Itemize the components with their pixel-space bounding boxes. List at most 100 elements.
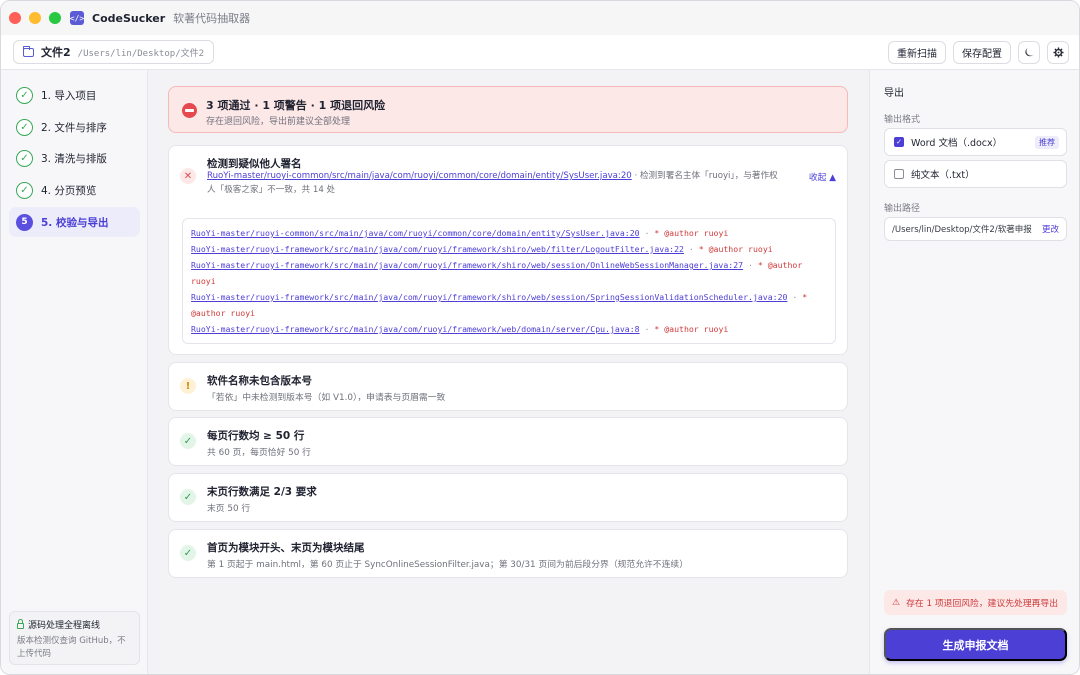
- zoom-window-button[interactable]: [49, 12, 61, 24]
- app-logo-icon: </>: [70, 11, 84, 25]
- check-description: 「若依」中未检测到版本号（如 V1.0），申请表与页眉需一致: [207, 393, 446, 403]
- rescan-button[interactable]: 重新扫描: [888, 40, 946, 64]
- settings-button[interactable]: [1047, 40, 1069, 64]
- window-controls: [9, 12, 61, 24]
- app-window: </> CodeSucker 软著代码抽取器 文件2 /Users/lin/De…: [0, 0, 1080, 675]
- collapse-button[interactable]: 收起 ▲: [809, 170, 836, 183]
- format-option-txt[interactable]: 纯文本（.txt）: [884, 160, 1067, 188]
- format-option-label: 纯文本（.txt）: [911, 170, 975, 181]
- fail-x-icon: ✕: [180, 168, 196, 184]
- evidence-path-link[interactable]: RuoYi-master/ruoyi-framework/src/main/ja…: [191, 292, 787, 302]
- minimize-window-button[interactable]: [29, 12, 41, 24]
- evidence-separator: ·: [683, 244, 699, 254]
- step-number-badge: 5: [16, 213, 33, 231]
- check-card-version: ! 软件名称未包含版本号 「若依」中未检测到版本号（如 V1.0），申请表与页眉…: [168, 362, 848, 411]
- warning-icon: !: [180, 378, 196, 394]
- evidence-separator: ·: [787, 292, 803, 302]
- evidence-path-link[interactable]: RuoYi-master/ruoyi-framework/src/main/ja…: [191, 324, 640, 334]
- check-description: 共 60 页，每页恰好 50 行: [207, 448, 311, 458]
- export-title: 导出: [884, 88, 904, 99]
- output-path-value: /Users/lin/Desktop/文件2/软著申报: [892, 225, 1032, 235]
- pass-check-icon: ✓: [180, 545, 196, 561]
- moon-icon: [1024, 47, 1034, 56]
- evidence-separator: ·: [743, 260, 758, 270]
- title-bar: </> CodeSucker 软著代码抽取器: [1, 1, 1079, 35]
- project-selector[interactable]: 文件2 /Users/lin/Desktop/文件2: [13, 40, 215, 64]
- pass-check-icon: ✓: [180, 433, 196, 449]
- offline-notice: 源码处理全程离线 版本检测仅查询 GitHub，不上传代码: [9, 611, 140, 665]
- pass-check-icon: ✓: [180, 489, 196, 505]
- check-title: 检测到疑似他人署名: [207, 158, 302, 170]
- step-files-and-order[interactable]: ✓ 2. 文件与排序: [9, 112, 140, 142]
- generate-document-button[interactable]: 生成申报文档: [884, 628, 1067, 661]
- theme-toggle-button[interactable]: [1018, 40, 1040, 64]
- app-subtitle: 软著代码抽取器: [173, 12, 251, 25]
- step-label: 5. 校验与导出: [41, 216, 109, 229]
- step-import-project[interactable]: ✓ 1. 导入项目: [9, 80, 140, 110]
- check-card-lines-per-page: ✓ 每页行数均 ≥ 50 行 共 60 页，每页恰好 50 行: [168, 417, 848, 466]
- project-path: /Users/lin/Desktop/文件2: [77, 48, 205, 59]
- checkbox-checked[interactable]: ✓: [894, 137, 904, 147]
- evidence-path-link[interactable]: RuoYi-master/ruoyi-framework/src/main/ja…: [191, 260, 743, 270]
- app-name: CodeSucker: [92, 11, 166, 25]
- toolbar: 文件2 /Users/lin/Desktop/文件2 重新扫描 保存配置: [1, 35, 1079, 70]
- steps-sidebar: ✓ 1. 导入项目 ✓ 2. 文件与排序 ✓ 3. 清洗与排版 ✓ 4. 分页预…: [1, 70, 148, 674]
- evidence-path-link[interactable]: RuoYi-master/ruoyi-common/src/main/java/…: [191, 228, 640, 238]
- evidence-line: RuoYi-master/ruoyi-framework/src/main/ja…: [191, 289, 827, 321]
- check-card-authorship: ✕ 检测到疑似他人署名 RuoYi-master/ruoyi-common/sr…: [168, 145, 848, 355]
- check-title: 首页为模块开头、末页为模块结尾: [207, 542, 365, 554]
- evidence-line: RuoYi-master/ruoyi-common/src/main/java/…: [191, 225, 827, 241]
- lock-icon: [17, 619, 24, 629]
- output-path-label: 输出路径: [884, 204, 921, 214]
- output-path-field[interactable]: /Users/lin/Desktop/文件2/软著申报 更改: [884, 217, 1067, 241]
- offline-title-text: 源码处理全程离线: [28, 621, 101, 631]
- offline-notice-desc: 版本检测仅查询 GitHub，不上传代码: [17, 636, 126, 660]
- risk-warning-text: 存在 1 项退回风险，建议先处理再导出: [906, 599, 1059, 609]
- evidence-line: RuoYi-master/ruoyi-framework/src/main/ja…: [191, 241, 827, 257]
- check-description: 第 1 页起于 main.html，第 60 页止于 SyncOnlineSes…: [207, 560, 688, 570]
- check-title: 每页行数均 ≥ 50 行: [207, 430, 305, 442]
- step-page-preview[interactable]: ✓ 4. 分页预览: [9, 175, 140, 205]
- toolbar-actions: 重新扫描 保存配置: [888, 40, 1069, 64]
- format-option-docx[interactable]: ✓ Word 文档（.docx） 推荐: [884, 128, 1067, 156]
- check-circle-icon: ✓: [16, 181, 33, 199]
- check-location-link[interactable]: RuoYi-master/ruoyi-common/src/main/java/…: [207, 171, 632, 181]
- summary-title: 3 项通过 · 1 项警告 · 1 项退回风险: [206, 99, 386, 112]
- export-panel: 导出 输出格式 ✓ Word 文档（.docx） 推荐 纯文本（.txt） 输出…: [869, 70, 1079, 674]
- check-circle-icon: ✓: [16, 149, 33, 167]
- check-circle-icon: ✓: [16, 86, 33, 104]
- warning-triangle-icon: ⚠: [892, 597, 901, 608]
- step-label: 2. 文件与排序: [41, 121, 107, 134]
- check-card-last-page: ✓ 末页行数满足 2/3 要求 末页 50 行: [168, 473, 848, 522]
- evidence-text: * @author ruoyi: [698, 244, 773, 254]
- offline-notice-title: 源码处理全程离线: [17, 618, 132, 631]
- format-label: 输出格式: [884, 115, 921, 125]
- check-circle-icon: ✓: [16, 118, 33, 136]
- close-window-button[interactable]: [9, 12, 21, 24]
- export-risk-warning: ⚠ 存在 1 项退回风险，建议先处理再导出: [884, 590, 1067, 615]
- check-description: RuoYi-master/ruoyi-common/src/main/java/…: [207, 170, 779, 198]
- check-title: 末页行数满足 2/3 要求: [207, 486, 317, 498]
- evidence-separator: ·: [639, 228, 655, 238]
- step-clean-and-format[interactable]: ✓ 3. 清洗与排版: [9, 143, 140, 173]
- save-config-button[interactable]: 保存配置: [953, 40, 1011, 64]
- step-label: 1. 导入项目: [41, 89, 97, 102]
- step-label: 3. 清洗与排版: [41, 152, 107, 165]
- step-label: 4. 分页预览: [41, 184, 97, 197]
- folder-icon: [23, 45, 34, 57]
- change-path-button[interactable]: 更改: [1042, 223, 1059, 235]
- validation-panel: 3 项通过 · 1 项警告 · 1 项退回风险 存在退回风险，导出前建议全部处理…: [148, 70, 869, 674]
- project-name: 文件2: [41, 46, 71, 59]
- step-validate-and-export[interactable]: 5 5. 校验与导出: [9, 207, 140, 237]
- stop-icon: [182, 103, 197, 118]
- evidence-line: RuoYi-master/ruoyi-framework/src/main/ja…: [191, 321, 827, 337]
- recommended-badge: 推荐: [1035, 135, 1059, 149]
- evidence-path-link[interactable]: RuoYi-master/ruoyi-framework/src/main/ja…: [191, 244, 684, 254]
- format-option-label: Word 文档（.docx）: [911, 138, 1003, 149]
- authorship-evidence-list: RuoYi-master/ruoyi-common/src/main/java/…: [182, 218, 836, 344]
- check-card-module-boundary: ✓ 首页为模块开头、末页为模块结尾 第 1 页起于 main.html，第 60…: [168, 529, 848, 578]
- evidence-text: * @author ruoyi: [654, 228, 729, 238]
- checkbox-unchecked[interactable]: [894, 169, 904, 179]
- gear-icon: [1052, 46, 1064, 58]
- check-description: 末页 50 行: [207, 504, 251, 514]
